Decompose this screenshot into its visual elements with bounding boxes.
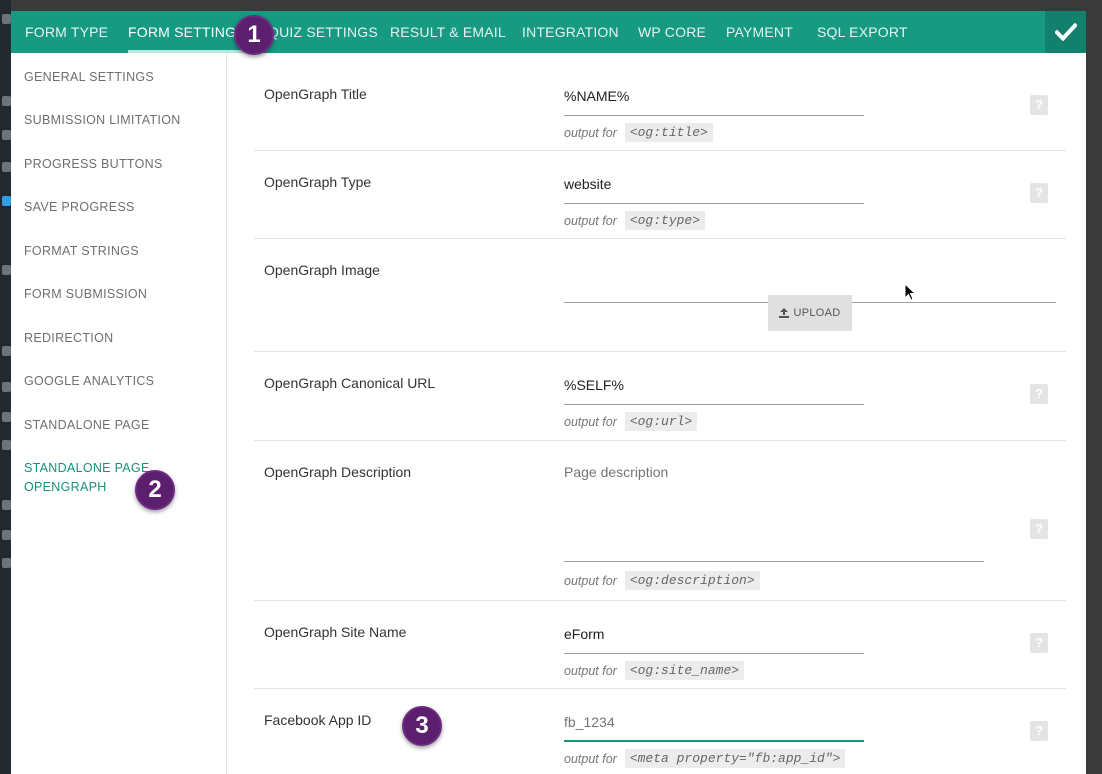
og-url-input[interactable] xyxy=(564,375,864,405)
wp-menu-icon[interactable] xyxy=(2,382,11,392)
sidebar-item-general-settings[interactable]: GENERAL SETTINGS xyxy=(24,68,214,87)
save-button[interactable] xyxy=(1045,11,1086,53)
og-url-hint: output for <og:url> xyxy=(564,412,698,431)
og-site-name-code: <og:site_name> xyxy=(624,661,745,680)
wp-menu-icon[interactable] xyxy=(2,530,11,540)
og-image-row: OpenGraph Image UPLOAD xyxy=(254,239,1066,352)
og-title-hint: output for <og:title> xyxy=(564,123,713,142)
wp-menu-icon[interactable] xyxy=(2,162,11,172)
wp-menu-icon[interactable] xyxy=(2,346,11,356)
tab-payment[interactable]: PAYMENT xyxy=(726,11,793,53)
sidebar-item-save-progress[interactable]: SAVE PROGRESS xyxy=(24,198,214,217)
tab-quiz-settings[interactable]: QUIZ SETTINGS xyxy=(268,11,378,53)
check-icon xyxy=(1054,23,1077,41)
tab-result-email[interactable]: RESULT & EMAIL xyxy=(390,11,506,53)
og-type-input[interactable] xyxy=(564,174,864,204)
wp-menu-icon-active[interactable] xyxy=(2,196,11,206)
tab-integration[interactable]: INTEGRATION xyxy=(522,11,619,53)
help-icon[interactable]: ? xyxy=(1030,183,1048,203)
upload-button[interactable]: UPLOAD xyxy=(768,295,852,331)
wp-admin-sidebar xyxy=(0,0,11,774)
og-url-code: <og:url> xyxy=(624,412,698,431)
sidebar-item-form-submission[interactable]: FORM SUBMISSION xyxy=(24,285,214,304)
help-icon[interactable]: ? xyxy=(1030,633,1048,653)
og-site-name-input[interactable] xyxy=(564,624,864,654)
fb-app-id-code: <meta property="fb:app_id"> xyxy=(624,749,846,768)
wp-menu-icon[interactable] xyxy=(2,440,11,450)
wp-menu-icon[interactable] xyxy=(2,500,11,510)
help-icon[interactable]: ? xyxy=(1030,519,1048,539)
og-site-name-hint: output for <og:site_name> xyxy=(564,661,745,680)
og-title-label: OpenGraph Title xyxy=(264,86,367,102)
wp-logo-icon[interactable] xyxy=(2,14,11,24)
sidebar-item-standalone-page[interactable]: STANDALONE PAGE xyxy=(24,416,214,435)
og-description-hint: output for <og:description> xyxy=(564,571,760,590)
callout-badge-two: 2 xyxy=(135,470,175,510)
sidebar-item-google-analytics[interactable]: GOOGLE ANALYTICS xyxy=(24,372,214,391)
tab-sql-export[interactable]: SQL EXPORT xyxy=(817,11,908,53)
mouse-cursor-icon xyxy=(904,283,917,301)
sidebar-item-submission-limitation[interactable]: SUBMISSION LIMITATION xyxy=(24,111,214,130)
og-title-row: OpenGraph Title output for<og:title> ? xyxy=(254,53,1066,151)
og-title-input[interactable] xyxy=(564,86,864,116)
fb-app-id-hint: output for <meta property="fb:app_id"> xyxy=(564,749,846,768)
wp-menu-icon[interactable] xyxy=(2,558,11,568)
tab-wp-core[interactable]: WP CORE xyxy=(638,11,706,53)
og-url-label: OpenGraph Canonical URL xyxy=(264,375,436,391)
og-title-code: <og:title> xyxy=(624,123,713,142)
wp-menu-icon[interactable] xyxy=(2,130,11,140)
fb-app-id-row: Facebook App ID output for<meta property… xyxy=(254,689,1066,774)
settings-content: OpenGraph Title output for<og:title> ? O… xyxy=(254,53,1066,774)
og-type-row: OpenGraph Type output for<og:type> ? xyxy=(254,151,1066,239)
help-icon[interactable]: ? xyxy=(1030,384,1048,404)
wp-menu-icon[interactable] xyxy=(2,96,11,106)
og-description-code: <og:description> xyxy=(624,571,760,590)
og-description-row: OpenGraph Description output for<og:desc… xyxy=(254,441,1066,601)
og-description-textarea[interactable] xyxy=(564,464,984,562)
upload-icon xyxy=(779,308,790,318)
og-type-label: OpenGraph Type xyxy=(264,174,372,190)
og-type-code: <og:type> xyxy=(624,211,706,230)
sidebar-item-format-strings[interactable]: FORMAT STRINGS xyxy=(24,242,214,261)
fb-app-id-input[interactable] xyxy=(564,712,864,742)
tab-form-type[interactable]: FORM TYPE xyxy=(25,11,108,53)
tab-form-settings[interactable]: FORM SETTINGS xyxy=(128,11,246,53)
og-image-label: OpenGraph Image xyxy=(264,262,380,278)
tab-bar: FORM TYPE FORM SETTINGS QUIZ SETTINGS RE… xyxy=(11,11,1086,53)
og-type-hint: output for <og:type> xyxy=(564,211,706,230)
og-description-label: OpenGraph Description xyxy=(264,464,412,480)
sidebar-item-progress-buttons[interactable]: PROGRESS BUTTONS xyxy=(24,155,214,174)
og-site-name-label: OpenGraph Site Name xyxy=(264,624,407,640)
settings-sidebar: GENERAL SETTINGS SUBMISSION LIMITATION P… xyxy=(11,53,227,774)
wp-menu-icon[interactable] xyxy=(2,265,11,275)
og-site-name-row: OpenGraph Site Name output for<og:site_n… xyxy=(254,601,1066,689)
fb-app-id-label: Facebook App ID xyxy=(264,712,372,728)
help-icon[interactable]: ? xyxy=(1030,95,1048,115)
og-url-row: OpenGraph Canonical URL output for<og:ur… xyxy=(254,352,1066,441)
sidebar-item-redirection[interactable]: REDIRECTION xyxy=(24,329,214,348)
callout-badge-three: 3 xyxy=(402,706,442,746)
callout-badge-one: 1 xyxy=(234,15,274,55)
help-icon[interactable]: ? xyxy=(1030,721,1048,741)
wp-menu-icon[interactable] xyxy=(2,412,11,422)
form-settings-modal: FORM TYPE FORM SETTINGS QUIZ SETTINGS RE… xyxy=(11,11,1086,774)
backdrop xyxy=(1086,0,1102,774)
